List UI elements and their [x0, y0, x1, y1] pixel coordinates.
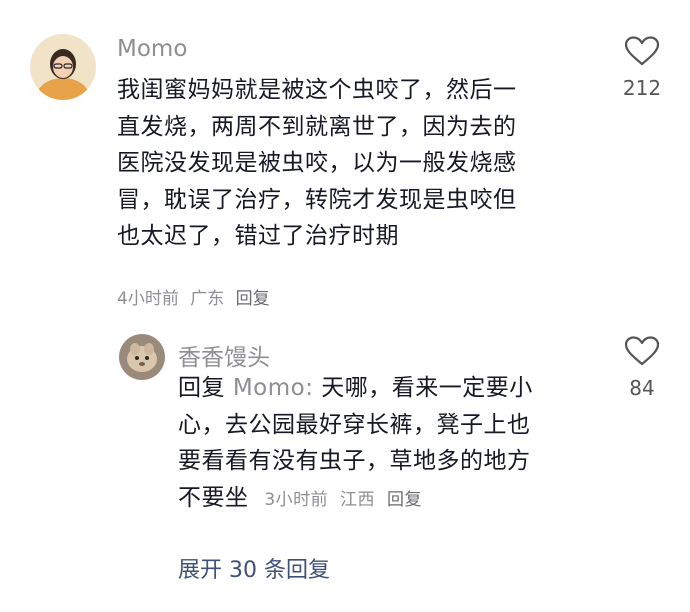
reply-button[interactable]: 回复	[236, 289, 270, 309]
avatar-image	[119, 334, 165, 380]
reply-like-count: 84	[629, 376, 655, 400]
reply-username[interactable]: 香香馒头	[178, 338, 270, 372]
reply-avatar[interactable]	[119, 334, 165, 380]
reply-time: 3小时前	[264, 489, 329, 510]
comment-time: 4小时前	[117, 289, 179, 309]
reply-meta: 3小时前 江西 回复	[264, 490, 428, 510]
avatar-image	[30, 34, 96, 100]
reply-text-end: 不要坐	[178, 484, 249, 511]
reply-text: 回复 Momo: 天哪，看来一定要小 心，去公园最好穿长裤，凳子上也 要看看有没…	[178, 370, 598, 518]
reply-text-start: 天哪，看来一定要小	[321, 375, 533, 401]
comment-text: 我闺蜜妈妈就是被这个虫咬了，然后一 直发烧，两周不到就离世了，因为去的 医院没发…	[117, 72, 597, 255]
reply-to-user[interactable]: Momo:	[233, 375, 314, 401]
comment-location: 广东	[190, 289, 225, 309]
comment-line: 我闺蜜妈妈就是被这个虫咬了，然后一	[117, 77, 517, 103]
reply-line: 回复 Momo: 天哪，看来一定要小	[178, 370, 598, 407]
heart-icon[interactable]	[624, 36, 660, 66]
reply-line: 要看看有没有虫子，草地多的地方	[178, 448, 531, 474]
reply-line: 不要坐 3小时前 江西 回复	[178, 480, 598, 519]
comment-line: 医院没发现是被虫咬，以为一般发烧感	[117, 150, 517, 176]
reply-location: 江西	[340, 489, 376, 510]
comment-meta: 4小时前 广东 回复	[117, 284, 276, 309]
comment-line: 冒，耽误了治疗，转院才发现是虫咬但	[117, 186, 517, 213]
comment-username[interactable]: Momo	[117, 36, 187, 62]
reply-like-control[interactable]: 84	[607, 336, 677, 400]
comment-line: 也太迟了，错过了治疗时期	[117, 223, 399, 249]
reply-line: 心，去公园最好穿长裤，凳子上也	[178, 411, 531, 438]
like-count: 212	[622, 76, 662, 100]
heart-icon[interactable]	[624, 336, 660, 366]
like-control[interactable]: 212	[607, 36, 677, 100]
expand-replies-button[interactable]: 展开 30 条回复	[178, 552, 330, 584]
reply-reply-button[interactable]: 回复	[387, 490, 422, 510]
comment-line: 直发烧，两周不到就离世了，因为去的	[117, 113, 517, 140]
user-avatar[interactable]	[30, 34, 96, 100]
reply-prefix: 回复	[178, 375, 225, 401]
